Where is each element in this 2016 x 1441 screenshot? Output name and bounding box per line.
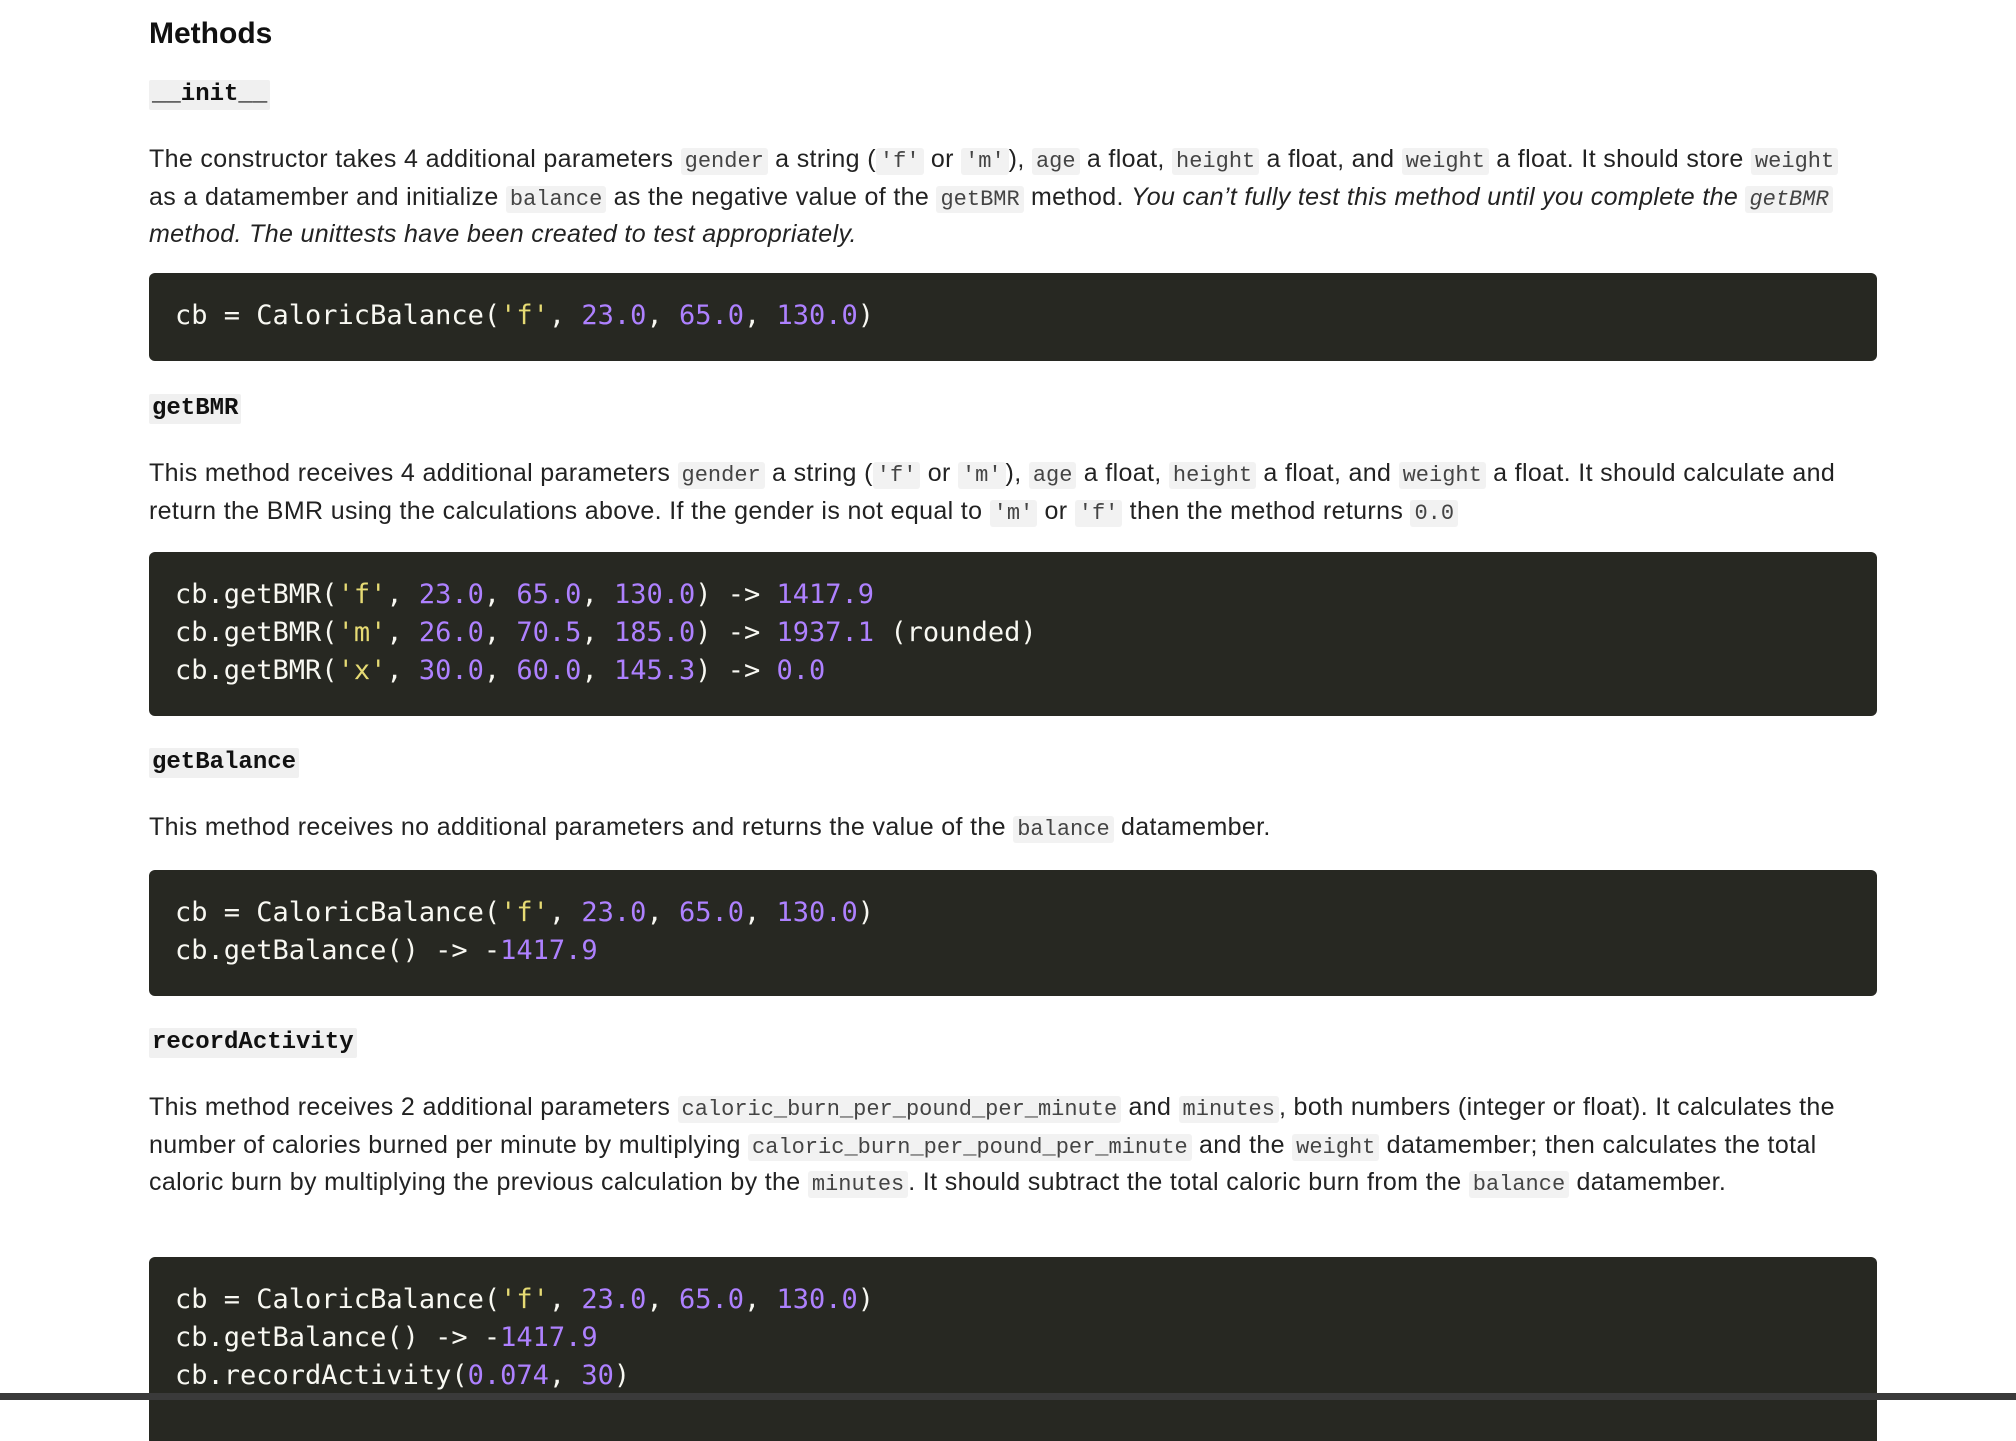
section-heading-methods: Methods: [149, 17, 273, 50]
inline-code: age: [1031, 148, 1080, 175]
inline-code: height: [1172, 148, 1260, 175]
inline-code: 'm': [989, 499, 1038, 527]
getbmr-description: This method receives 4 additional parame…: [149, 459, 1836, 527]
code-block-init: cb = CaloricBalance('f', 23.0, 65.0, 130…: [149, 273, 1877, 361]
inline-code: minutes: [807, 1171, 909, 1198]
method-name-init: __init__: [149, 80, 271, 110]
code-block-getbalance: cb = CaloricBalance('f', 23.0, 65.0, 130…: [149, 870, 1877, 996]
inline-code: caloric_burn_per_pound_per_minute: [748, 1133, 1192, 1161]
inline-code: balance: [505, 185, 607, 213]
inline-code: 'f': [1074, 499, 1123, 527]
inline-code: 'f': [875, 148, 924, 175]
code-block-getbmr: cb.getBMR('f', 23.0, 65.0, 130.0) -> 141…: [149, 552, 1877, 716]
method-name-getbmr: getBMR: [149, 394, 242, 424]
method-heading-getbmr: getBMR: [149, 393, 242, 424]
inline-code: weight: [1398, 462, 1486, 489]
getbalance-description: This method receives no additional param…: [149, 813, 1271, 843]
inline-code: getBMR: [936, 185, 1024, 213]
method-heading-init: __init__: [149, 79, 271, 110]
method-name-getbalance: getBalance: [149, 748, 300, 778]
inline-code: weight: [1292, 1133, 1380, 1161]
inline-code: 'm': [961, 148, 1009, 175]
inline-code: age: [1028, 462, 1077, 489]
method-heading-recordactivity: recordActivity: [149, 1027, 357, 1058]
inline-code: gender: [680, 148, 768, 175]
inline-code: caloric_burn_per_pound_per_minute: [677, 1096, 1122, 1123]
init-description: The constructor takes 4 additional param…: [149, 142, 1869, 253]
inline-code: balance: [1468, 1171, 1570, 1198]
recordactivity-description: This method receives 2 additional parame…: [149, 1093, 1835, 1198]
inline-code: 0.0: [1410, 499, 1459, 527]
inline-code: height: [1168, 462, 1257, 489]
inline-code: gender: [677, 462, 765, 489]
inline-code: getBMR: [1745, 185, 1833, 213]
code-block-recordactivity: cb = CaloricBalance('f', 23.0, 65.0, 130…: [149, 1257, 1877, 1441]
method-heading-getbalance: getBalance: [149, 747, 300, 778]
inline-code: weight: [1750, 148, 1839, 175]
inline-code: minutes: [1178, 1096, 1279, 1123]
inline-code: weight: [1401, 148, 1489, 175]
method-name-recordactivity: recordActivity: [149, 1028, 357, 1058]
inline-code: 'f': [872, 462, 921, 489]
inline-code: balance: [1013, 816, 1114, 843]
window-bottom-edge: [0, 1393, 2016, 1400]
inline-code: 'm': [957, 462, 1006, 489]
